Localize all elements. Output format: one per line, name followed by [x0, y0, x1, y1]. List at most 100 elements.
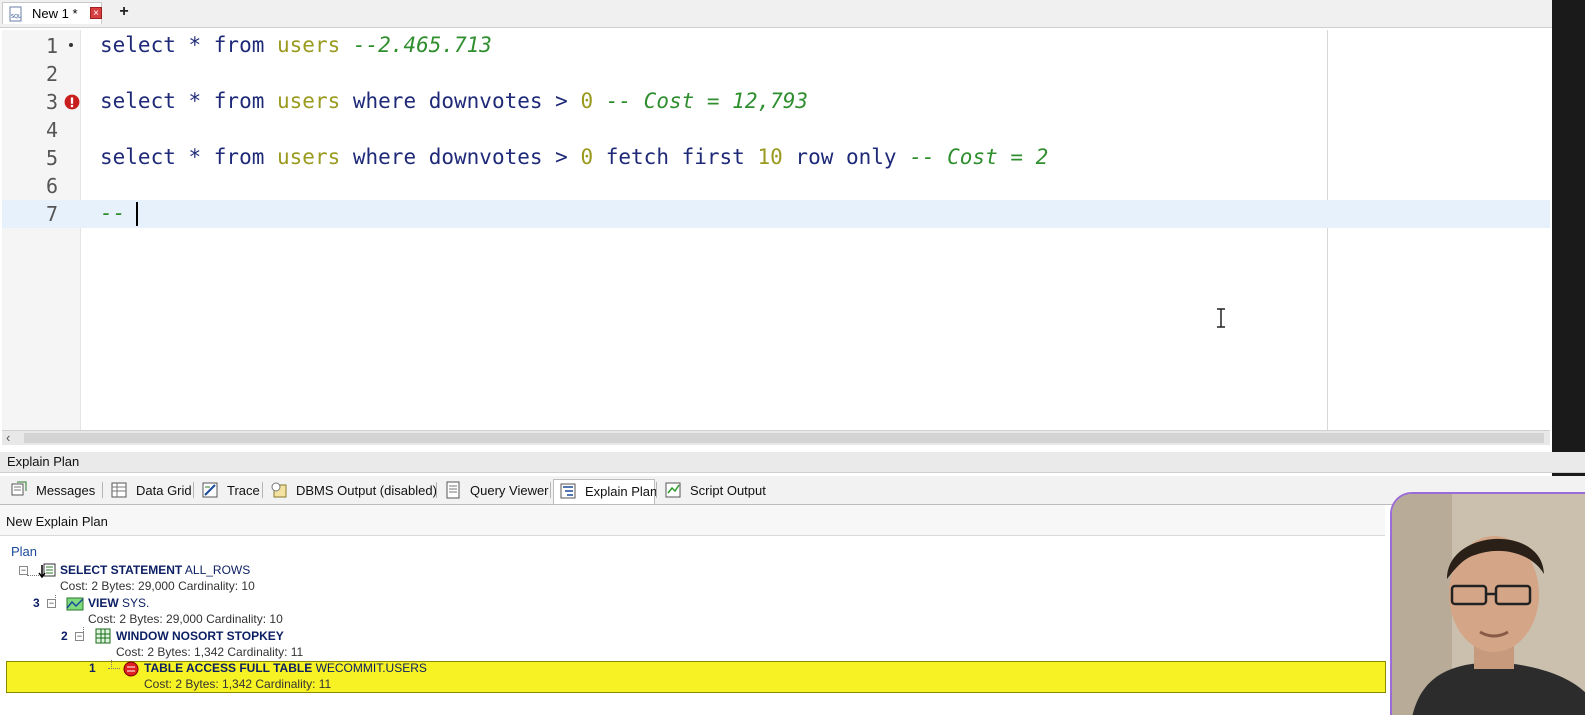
plan-node-select-statement[interactable]: SELECT STATEMENT ALL_ROWS Cost: 2 Bytes:… — [60, 563, 255, 593]
view-icon — [66, 597, 84, 611]
dark-edge — [1552, 0, 1585, 500]
output-tabs: Messages Data Grid Trace DBMS Output (disab… — [0, 476, 1585, 505]
tab-separator — [656, 482, 657, 498]
sql-editor[interactable]: 1 select * from users --2.465.713 2 3 select… — [2, 30, 1550, 430]
editor-tab-strip: SQL New 1 * × + — [0, 0, 1585, 28]
line-number: 2 — [45, 62, 58, 86]
code-token: where downvotes > — [340, 145, 581, 169]
plan-node-stats: Cost: 2 Bytes: 29,000 Cardinality: 10 — [60, 579, 255, 593]
tab-close-icon[interactable]: × — [90, 7, 102, 19]
output-tab-label: Data Grid — [136, 483, 192, 498]
code-token: -- — [100, 201, 126, 225]
code-text[interactable]: -- — [100, 201, 125, 225]
tab-separator — [262, 482, 263, 498]
output-tab-label: DBMS Output (disabled) — [296, 483, 437, 498]
code-token: -- Cost = 2 — [896, 145, 1049, 169]
editor-line[interactable]: 1 select * from users --2.465.713 — [2, 32, 1550, 60]
output-tab-label: Query Viewer — [470, 483, 549, 498]
output-tab-query-viewer[interactable]: Query Viewer — [439, 479, 549, 501]
explain-plan-subheader: New Explain Plan — [0, 505, 1385, 536]
output-tab-label: Explain Plan — [585, 484, 658, 499]
code-token: users — [277, 33, 341, 57]
messages-icon — [10, 481, 28, 499]
output-tab-label: Trace — [227, 483, 260, 498]
output-tab-dbms-output-disabled[interactable]: DBMS Output (disabled) — [265, 479, 437, 501]
code-token: users — [277, 145, 341, 169]
svg-text:SQL: SQL — [11, 14, 21, 20]
panel-title-text: Explain Plan — [7, 454, 80, 469]
text-cursor-icon — [1217, 308, 1225, 328]
plan-node-view[interactable]: VIEW SYS. Cost: 2 Bytes: 29,000 Cardinal… — [88, 596, 283, 626]
output-panel-title: Explain Plan — [0, 452, 1585, 473]
explain-plan-tree: Plan − SELECT STATEMENT ALL_ROWS Cost: 2… — [0, 537, 1386, 715]
plan-node-stats: Cost: 2 Bytes: 1,342 Cardinality: 11 — [116, 645, 304, 659]
code-token: select * from — [100, 89, 278, 113]
code-token: where downvotes > — [340, 89, 581, 113]
webcam-overlay — [1390, 492, 1585, 715]
code-token: 0 — [580, 145, 594, 169]
output-tab-trace[interactable]: Trace — [196, 479, 261, 501]
error-marker-icon[interactable] — [64, 94, 80, 110]
plan-node-stats: Cost: 2 Bytes: 1,342 Cardinality: 11 — [144, 677, 332, 691]
plan-node-window-nosort-stopkey[interactable]: WINDOW NOSORT STOPKEY Cost: 2 Bytes: 1,3… — [116, 629, 303, 659]
tab-separator — [193, 482, 194, 498]
select-statement-icon — [38, 563, 56, 579]
table-access-icon — [123, 661, 139, 677]
plan-node-table-access-full[interactable]: TABLE ACCESS FULL TABLE WECOMMIT.USERS C… — [144, 661, 427, 691]
text-caret — [136, 202, 138, 226]
editor-line[interactable]: 6 — [2, 172, 1550, 200]
output-tab-label: Messages — [36, 483, 96, 498]
plan-node-id: 3 — [33, 596, 40, 610]
code-token: 0 — [580, 89, 594, 113]
code-text[interactable]: select * from users --2.465.713 — [100, 33, 492, 57]
output-tab-messages[interactable]: Messages — [5, 479, 101, 501]
output-tab-label: Script Output — [690, 483, 766, 498]
plan-column-header: Plan — [11, 544, 38, 559]
data-grid-icon — [110, 481, 128, 499]
line-number: 5 — [45, 146, 58, 170]
code-token: select * from — [100, 145, 278, 169]
code-text[interactable]: select * from users where downvotes > 0 … — [100, 145, 1048, 169]
code-token: users — [277, 89, 341, 113]
tab-new-1[interactable]: SQL New 1 * × — [2, 2, 102, 24]
editor-line[interactable]: 3 select * from users where downvotes > 0… — [2, 88, 1550, 116]
code-token: fetch first — [593, 145, 758, 169]
code-token: 10 — [757, 145, 783, 169]
tree-connector — [108, 668, 120, 670]
code-text[interactable]: select * from users where downvotes > 0 … — [100, 89, 808, 113]
tab-separator — [436, 482, 437, 498]
explain-plan-icon — [559, 482, 577, 500]
line-number: 3 — [45, 90, 58, 114]
window-grid-icon — [95, 628, 111, 644]
collapse-toggle-icon[interactable]: − — [47, 599, 56, 608]
presenter-image — [1392, 494, 1585, 715]
script-output-icon — [664, 481, 682, 499]
line-number: 7 — [45, 202, 58, 226]
add-tab-icon[interactable]: + — [116, 4, 132, 20]
collapse-toggle-icon[interactable]: − — [75, 632, 84, 641]
current-statement-marker-icon — [64, 38, 78, 52]
code-token: --2.465.713 — [340, 33, 492, 57]
line-number: 6 — [45, 174, 58, 198]
tab-separator — [550, 482, 551, 498]
tab-label: New 1 * — [32, 6, 78, 21]
editor-line[interactable]: 4 — [2, 116, 1550, 144]
plan-node-id: 2 — [61, 629, 68, 643]
scroll-left-icon[interactable]: ‹ — [6, 431, 10, 445]
editor-line[interactable]: 2 — [2, 60, 1550, 88]
scrollbar-thumb[interactable] — [24, 433, 1544, 443]
editor-horizontal-scrollbar[interactable]: ‹ — [2, 430, 1550, 445]
plan-node-id: 1 — [89, 661, 96, 675]
dbms-output-icon — [270, 481, 288, 499]
editor-line[interactable]: 5 select * from users where downvotes > 0… — [2, 144, 1550, 172]
output-tab-script-output[interactable]: Script Output — [659, 479, 766, 501]
output-tab-data-grid[interactable]: Data Grid — [105, 479, 192, 501]
editor-line[interactable]: 7 -- — [2, 200, 1550, 228]
sql-file-icon: SQL — [9, 6, 22, 22]
code-token: select * from — [100, 33, 278, 57]
output-tab-explain-plan[interactable]: Explain Plan — [553, 479, 658, 504]
code-token: row only — [782, 145, 897, 169]
code-token: -- Cost = 12,793 — [593, 89, 809, 113]
subheader-text: New Explain Plan — [6, 514, 108, 529]
collapse-toggle-icon[interactable]: − — [19, 566, 28, 575]
